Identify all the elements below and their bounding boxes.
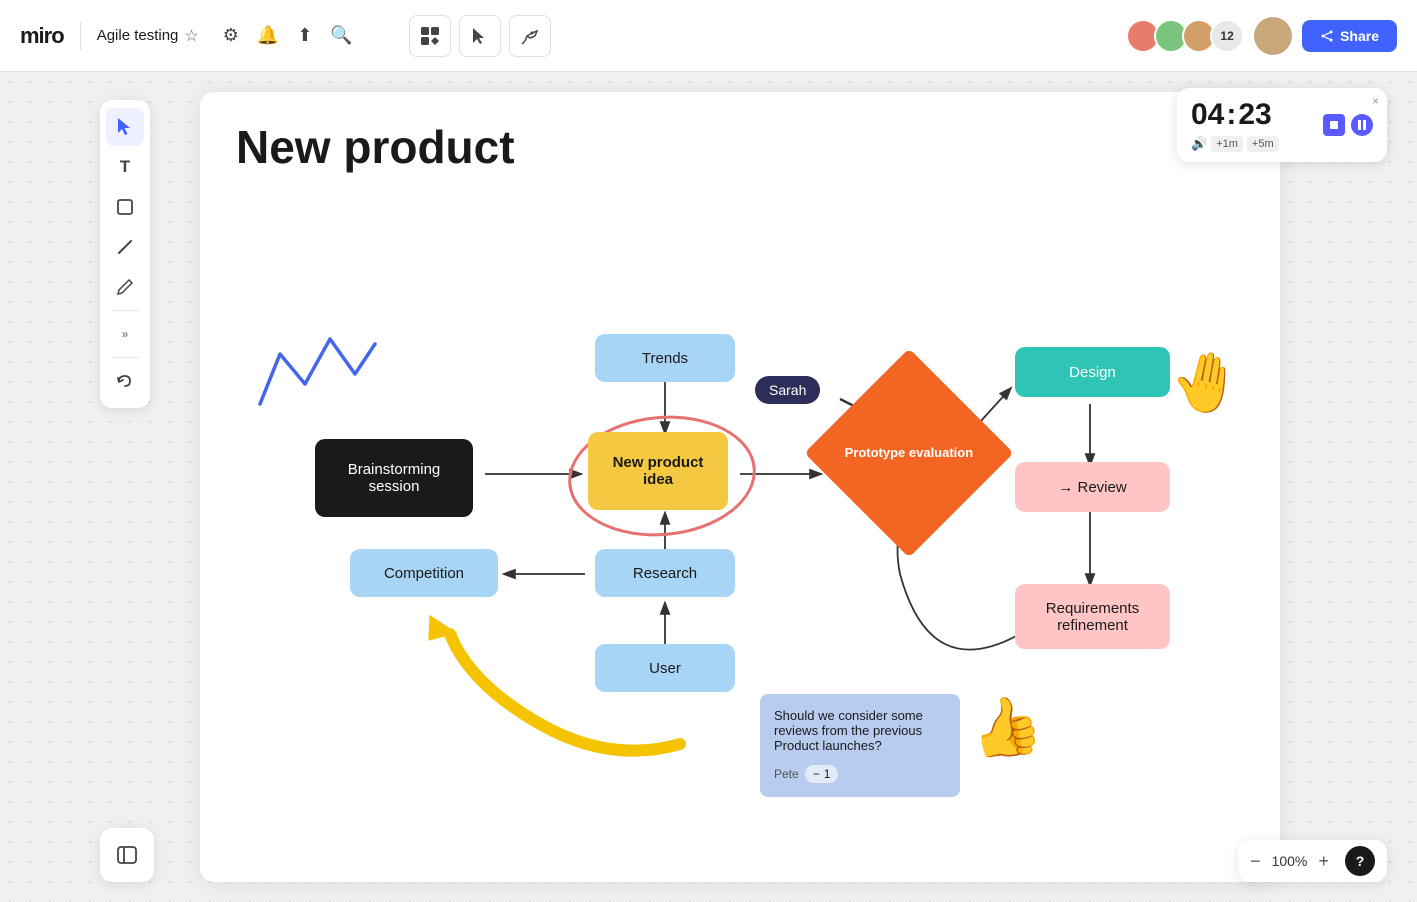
- note-vote[interactable]: − 1: [805, 765, 839, 783]
- note-text: Should we consider some reviews from the…: [774, 708, 946, 753]
- timer-pause-button[interactable]: [1351, 114, 1373, 136]
- undo-tool[interactable]: [106, 362, 144, 400]
- competition-node[interactable]: Competition: [350, 549, 498, 597]
- miro-logo: miro: [20, 23, 64, 49]
- help-button[interactable]: ?: [1345, 846, 1375, 876]
- celebrate-btn[interactable]: [509, 15, 551, 57]
- timer-add1m-button[interactable]: +1m: [1211, 136, 1243, 152]
- prototype-evaluation-node[interactable]: Prototype evaluation: [835, 379, 983, 527]
- review-node[interactable]: → Review: [1015, 462, 1170, 512]
- toolbar-divider: [111, 310, 139, 311]
- board-title-area: New product: [200, 92, 1280, 174]
- research-node[interactable]: Research: [595, 549, 735, 597]
- avatar-group: 12: [1126, 19, 1244, 53]
- settings-icon[interactable]: ⚙: [223, 25, 239, 46]
- toolbar-divider-2: [111, 357, 139, 358]
- board-name[interactable]: Agile testing ☆: [97, 26, 199, 46]
- timer-minutes: 04: [1191, 98, 1224, 132]
- timer-colon: :: [1226, 98, 1236, 132]
- zoom-controls: − 100% + ?: [1238, 840, 1387, 882]
- zoom-percent[interactable]: 100%: [1270, 853, 1308, 869]
- current-user-avatar[interactable]: [1254, 17, 1292, 55]
- new-product-idea-node[interactable]: New product idea: [588, 432, 728, 510]
- yellow-arrow-svg: [360, 604, 740, 784]
- more-tools-button[interactable]: »: [106, 315, 144, 353]
- bottom-left-toolbar: [100, 828, 154, 882]
- sidebar-toggle-button[interactable]: [108, 836, 146, 874]
- wave-hand-sticker: 🤚: [1165, 343, 1248, 423]
- brainstorming-node[interactable]: Brainstorming session: [315, 439, 473, 517]
- note-card[interactable]: Should we consider some reviews from the…: [760, 694, 960, 797]
- zoom-in-button[interactable]: +: [1318, 851, 1329, 872]
- sarah-node[interactable]: Sarah: [755, 376, 820, 404]
- timer-seconds: 23: [1238, 98, 1271, 132]
- toolbar-center: [409, 15, 551, 57]
- board-container: New product: [200, 92, 1280, 882]
- timer-widget: × 04 : 23 🔊 +1m +5m: [1177, 88, 1387, 162]
- timer-add5m-button[interactable]: +5m: [1247, 136, 1279, 152]
- zoom-out-button[interactable]: −: [1250, 851, 1261, 872]
- topbar-right: 12 Share: [1126, 17, 1397, 55]
- design-node[interactable]: Design: [1015, 347, 1170, 397]
- text-tool[interactable]: T: [106, 148, 144, 186]
- timer-stop-button[interactable]: [1323, 114, 1345, 136]
- pen-tool[interactable]: [106, 268, 144, 306]
- topbar: miro Agile testing ☆ ⚙ 🔔 ⬆ 🔍 12 Share: [0, 0, 1417, 72]
- left-toolbar: T »: [100, 100, 150, 408]
- note-author: Pete: [774, 767, 799, 781]
- board-title: New product: [236, 120, 1244, 174]
- trends-node[interactable]: Trends: [595, 334, 735, 382]
- upload-icon[interactable]: ⬆: [297, 25, 312, 46]
- thumbs-up-sticker: 👍: [965, 688, 1048, 768]
- user-node[interactable]: User: [595, 644, 735, 692]
- timer-sound-icon[interactable]: 🔊: [1191, 136, 1207, 152]
- flow-diagram: Brainstorming session Trends New product…: [200, 184, 1280, 864]
- star-icon[interactable]: ☆: [184, 26, 198, 46]
- requirements-node[interactable]: Requirements refinement: [1015, 584, 1170, 649]
- topbar-divider: [80, 22, 81, 50]
- sticky-tool[interactable]: [106, 188, 144, 226]
- topbar-icons: ⚙ 🔔 ⬆ 🔍: [223, 25, 353, 46]
- timer-close-button[interactable]: ×: [1372, 94, 1379, 108]
- line-tool[interactable]: [106, 228, 144, 266]
- bell-icon[interactable]: 🔔: [257, 25, 279, 46]
- share-button[interactable]: Share: [1302, 20, 1397, 52]
- stop-icon: [1330, 121, 1338, 129]
- avatar-count[interactable]: 12: [1210, 19, 1244, 53]
- search-icon[interactable]: 🔍: [330, 25, 352, 46]
- cursor-tool[interactable]: [106, 108, 144, 146]
- blue-crown-decoration: [250, 324, 380, 424]
- pointer-btn[interactable]: [459, 15, 501, 57]
- widgets-btn[interactable]: [409, 15, 451, 57]
- arrows-svg: [200, 184, 1280, 864]
